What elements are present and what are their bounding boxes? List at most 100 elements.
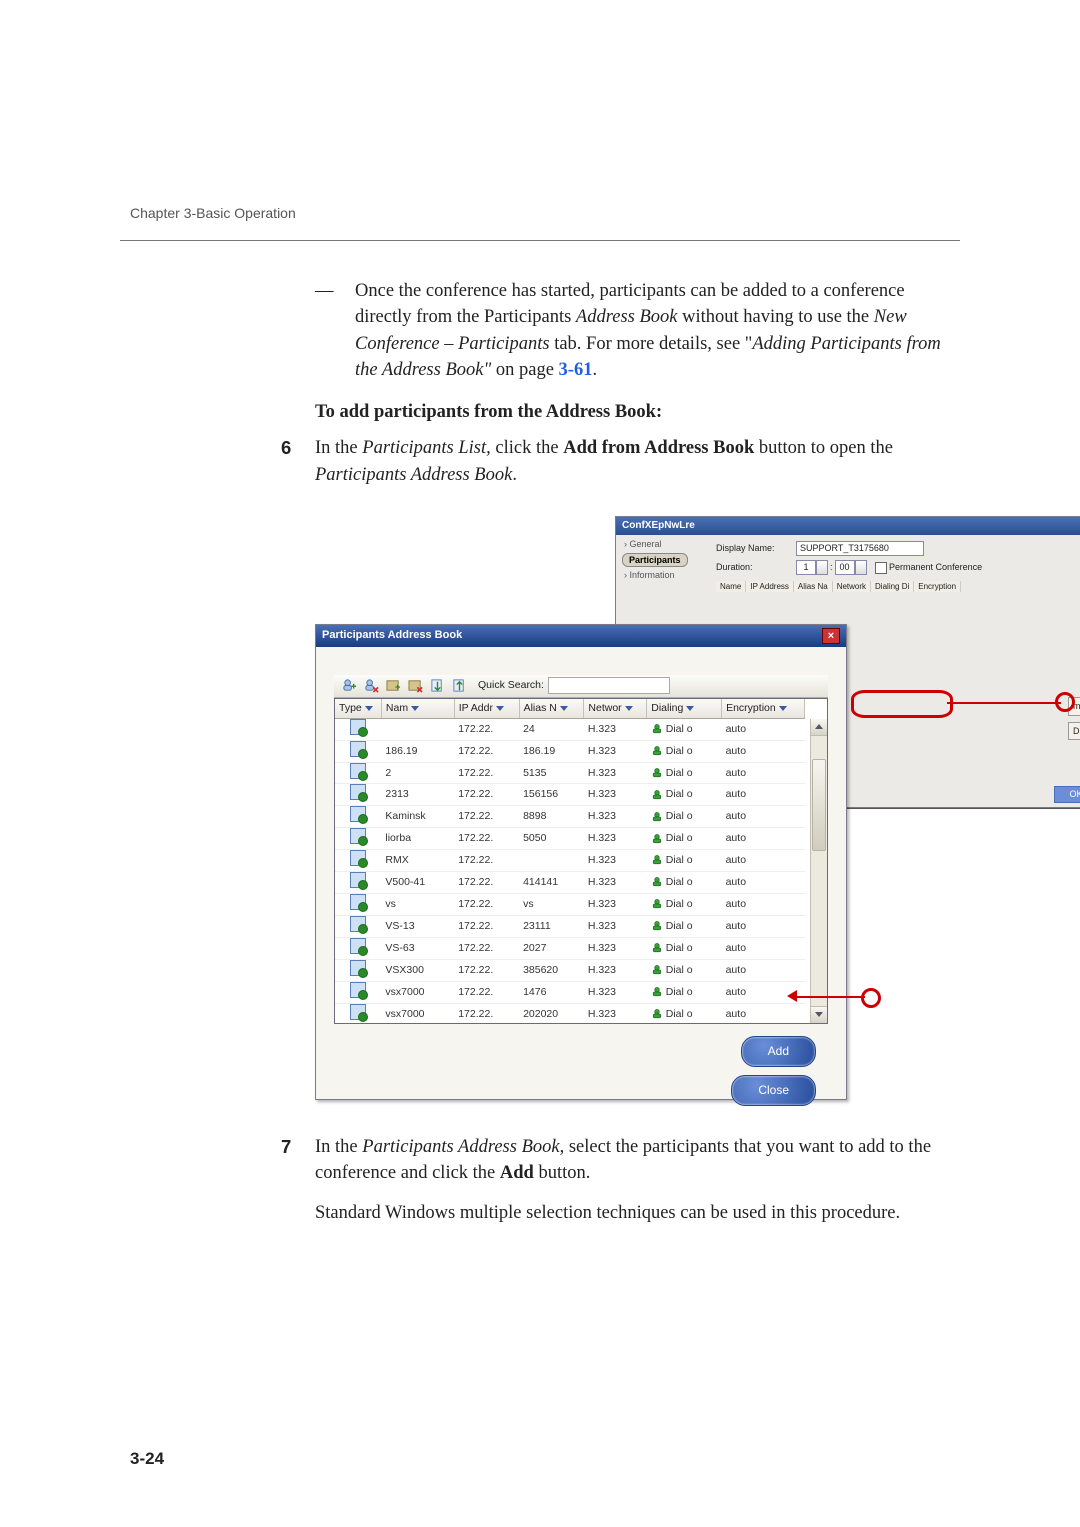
cell-dialing: Dial o: [647, 850, 722, 872]
scroll-thumb[interactable]: [812, 759, 826, 851]
cell-alias: 23111: [519, 915, 584, 937]
sort-desc-icon: [560, 706, 568, 711]
step-text-italic: Participants Address Book: [315, 465, 512, 485]
cell-encryption: auto: [722, 959, 805, 981]
ok-button[interactable]: OK: [1054, 786, 1080, 803]
col-type[interactable]: Type: [335, 699, 381, 718]
cell-name: 186.19: [381, 740, 454, 762]
cell-dialing: Dial o: [647, 894, 722, 916]
note-paragraph: — Once the conference has started, parti…: [315, 278, 960, 383]
scrollbar[interactable]: [810, 719, 827, 1023]
close-icon[interactable]: ×: [822, 628, 840, 644]
table-row[interactable]: Kaminsk172.22.8898H.323Dial oauto: [335, 806, 805, 828]
import-icon[interactable]: [428, 677, 446, 695]
table-row[interactable]: VSX300172.22.385620H.323Dial oauto: [335, 959, 805, 981]
cell-network: H.323: [584, 850, 647, 872]
cell-alias: 24: [519, 718, 584, 740]
address-book-grid[interactable]: Type Nam IP Addr Alias N Networ Dialing …: [334, 698, 828, 1024]
participant-type-icon: [335, 1003, 381, 1024]
step-text: .: [512, 465, 517, 485]
duration-minutes-field[interactable]: 00: [835, 560, 855, 575]
sort-desc-icon: [496, 706, 504, 711]
cell-name: 2313: [381, 784, 454, 806]
step-6: 6 In the Participants List, click the Ad…: [315, 435, 960, 488]
step-text: button to open the: [754, 438, 893, 458]
step-7: 7 In the Participants Address Book, sele…: [315, 1134, 960, 1227]
table-row[interactable]: RMX172.22.H.323Dial oauto: [335, 850, 805, 872]
step-text-italic: Participants Address Book: [362, 1137, 559, 1157]
col-ip[interactable]: IP Addr: [454, 699, 519, 718]
tab-participants[interactable]: Participants: [622, 553, 688, 568]
cell-ip: 172.22.: [454, 850, 519, 872]
spinner-icon[interactable]: [816, 560, 828, 575]
table-row[interactable]: 2313172.22.156156H.323Dial oauto: [335, 784, 805, 806]
callout-oval: [851, 690, 953, 718]
table-row[interactable]: liorba172.22.5050H.323Dial oauto: [335, 828, 805, 850]
table-row[interactable]: 172.22.24H.323Dial oauto: [335, 718, 805, 740]
cell-name: [381, 718, 454, 740]
cell-alias: 414141: [519, 872, 584, 894]
participant-type-icon: [335, 850, 381, 872]
scroll-up-icon[interactable]: [811, 719, 827, 736]
participants-mini-header: NameIP AddressAlias NaNetworkDialing DiE…: [716, 581, 961, 592]
table-row[interactable]: vs172.22.vsH.323Dial oauto: [335, 894, 805, 916]
cell-dialing: Dial o: [647, 740, 722, 762]
step-text: click the: [491, 438, 563, 458]
close-button[interactable]: Close: [731, 1075, 816, 1106]
col-network[interactable]: Networ: [584, 699, 647, 718]
cell-network: H.323: [584, 718, 647, 740]
table-row[interactable]: vsx7000172.22.1476H.323Dial oauto: [335, 981, 805, 1003]
procedure-heading: To add participants from the Address Boo…: [315, 399, 960, 425]
new-group-icon[interactable]: [384, 677, 402, 695]
cell-network: H.323: [584, 828, 647, 850]
display-name-field[interactable]: SUPPORT_T3175680: [796, 541, 924, 556]
duration-hours-field[interactable]: 1: [796, 560, 816, 575]
dial-out-button[interactable]: Dial Out Manually: [1068, 722, 1080, 741]
cell-network: H.323: [584, 915, 647, 937]
table-row[interactable]: vsx7000172.22.202020H.323Dial oauto: [335, 1003, 805, 1024]
cell-encryption: auto: [722, 806, 805, 828]
cell-alias: 385620: [519, 959, 584, 981]
cell-encryption: auto: [722, 740, 805, 762]
new-participant-icon[interactable]: [340, 677, 358, 695]
cell-name: vsx7000: [381, 981, 454, 1003]
cell-alias: 186.19: [519, 740, 584, 762]
table-row[interactable]: 2172.22.5135H.323Dial oauto: [335, 762, 805, 784]
tab-general[interactable]: › General: [622, 537, 688, 552]
col-alias[interactable]: Alias N: [519, 699, 584, 718]
step-text: button.: [534, 1163, 591, 1183]
add-button[interactable]: Add: [741, 1036, 816, 1067]
note-text: without having to use the: [677, 307, 873, 327]
table-row[interactable]: VS-63172.22.2027H.323Dial oauto: [335, 937, 805, 959]
permanent-checkbox[interactable]: [875, 562, 887, 574]
address-book-dialog: Participants Address Book ×: [315, 624, 847, 1100]
cell-network: H.323: [584, 959, 647, 981]
note-text-italic: Address Book: [576, 307, 678, 327]
col-dialing[interactable]: Dialing: [647, 699, 722, 718]
table-row[interactable]: V500-41172.22.414141H.323Dial oauto: [335, 872, 805, 894]
display-name-label: Display Name:: [716, 542, 796, 555]
callout-dot: [1055, 692, 1075, 712]
spinner-icon[interactable]: [855, 560, 867, 575]
col-name[interactable]: Nam: [381, 699, 454, 718]
col-encryption[interactable]: Encryption: [722, 699, 805, 718]
chapter-heading: Chapter 3-Basic Operation: [130, 205, 296, 221]
table-row[interactable]: 186.19172.22.186.19H.323Dial oauto: [335, 740, 805, 762]
cell-dialing: Dial o: [647, 981, 722, 1003]
cell-alias: 5135: [519, 762, 584, 784]
quick-search-input[interactable]: [548, 677, 670, 694]
xref-link[interactable]: 3-61: [559, 360, 593, 380]
cell-ip: 172.22.: [454, 740, 519, 762]
delete-group-icon[interactable]: [406, 677, 424, 695]
cell-ip: 172.22.: [454, 806, 519, 828]
scroll-down-icon[interactable]: [811, 1006, 827, 1023]
cell-name: vs: [381, 894, 454, 916]
cell-encryption: auto: [722, 828, 805, 850]
export-icon[interactable]: [450, 677, 468, 695]
page-number: 3-24: [130, 1449, 164, 1469]
step-text-italic: Participants List,: [362, 438, 491, 458]
cell-ip: 172.22.: [454, 894, 519, 916]
delete-participant-icon[interactable]: [362, 677, 380, 695]
tab-information[interactable]: › Information: [622, 568, 688, 583]
table-row[interactable]: VS-13172.22.23111H.323Dial oauto: [335, 915, 805, 937]
